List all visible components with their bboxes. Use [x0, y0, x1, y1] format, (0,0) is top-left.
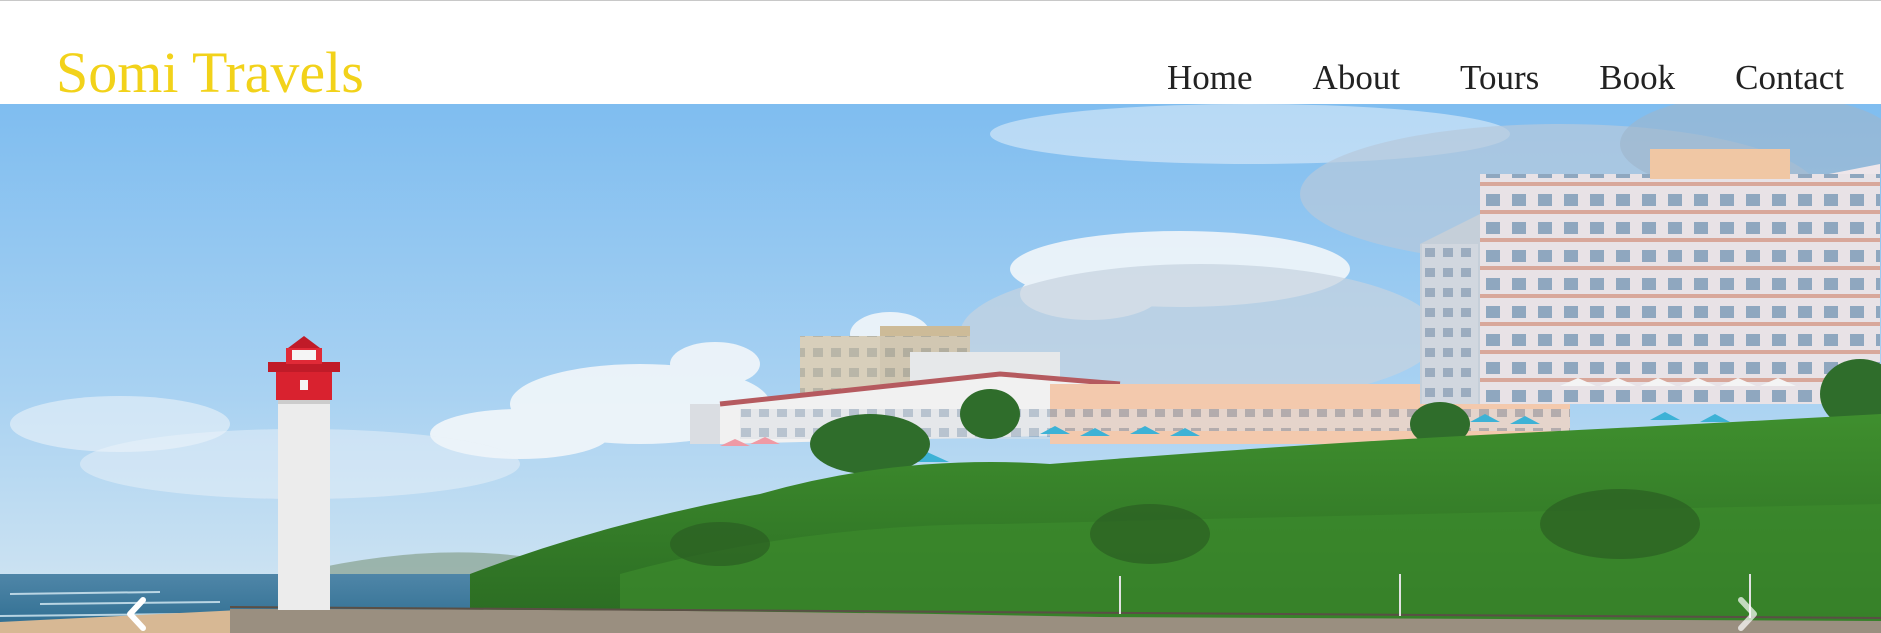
carousel-next-button[interactable] — [1728, 584, 1768, 633]
main-nav: Home About Tours Book Contact — [1167, 56, 1844, 100]
carousel-prev-button[interactable] — [116, 584, 156, 633]
nav-tours-link[interactable]: Tours — [1460, 56, 1539, 100]
nav-about-link[interactable]: About — [1313, 56, 1401, 100]
hero-carousel — [0, 104, 1881, 633]
lighthouse — [268, 336, 340, 610]
brand-logo-text[interactable]: Somi Travels — [56, 41, 364, 105]
nav-book-link[interactable]: Book — [1599, 56, 1675, 100]
site-header: Somi Travels Home About Tours Book Conta… — [0, 1, 1881, 105]
chevron-left-icon — [127, 597, 146, 631]
nav-contact-link[interactable]: Contact — [1735, 56, 1844, 100]
hero-slide-image — [0, 104, 1881, 633]
chevron-right-icon — [1738, 597, 1757, 631]
nav-home-link[interactable]: Home — [1167, 56, 1253, 100]
